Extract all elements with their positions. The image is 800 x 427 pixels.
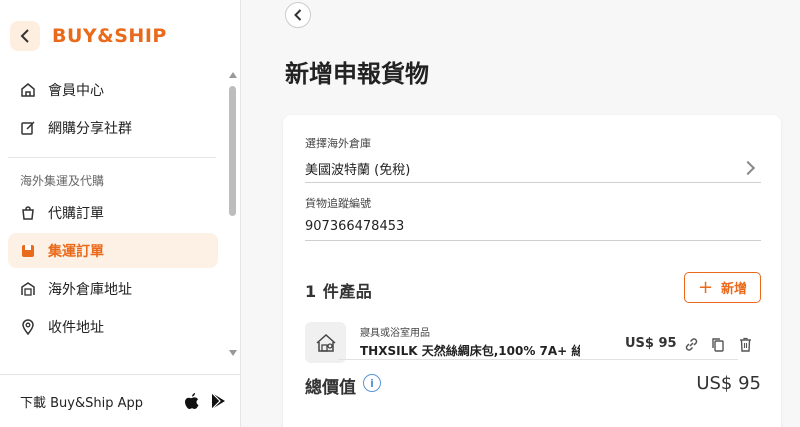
chevron-left-icon xyxy=(294,9,302,21)
info-icon[interactable]: i xyxy=(363,374,381,392)
scroll-up-arrow-icon[interactable] xyxy=(229,72,237,78)
download-app-label: 下載 Buy&Ship App xyxy=(20,395,144,411)
sidebar-item-member-center[interactable]: 會員中心 xyxy=(8,72,218,107)
tracking-label: 貨物追蹤編號 xyxy=(305,197,371,210)
edit-icon xyxy=(20,120,36,136)
brand: BUY&SHIP xyxy=(10,20,167,52)
sidebar-item-community[interactable]: 網購分享社群 xyxy=(8,110,218,145)
sidebar: BUY&SHIP 會員中心 網購分享社群 海外集運及代購 代購訂單 集運訂單 海… xyxy=(0,0,241,427)
tracking-field[interactable]: 貨物追蹤編號 907366478453 xyxy=(305,195,761,241)
home-icon xyxy=(20,82,36,98)
location-pin-icon xyxy=(20,318,36,335)
sidebar-footer: 下載 Buy&Ship App xyxy=(0,374,241,427)
product-category: 寢具或浴室用品 xyxy=(360,328,430,339)
sidebar-divider xyxy=(8,157,216,158)
sidebar-nav: 會員中心 網購分享社群 海外集運及代購 代購訂單 集運訂單 海外倉庫地址 收件地… xyxy=(8,72,218,347)
link-icon[interactable] xyxy=(683,336,699,352)
sidebar-item-label: 會員中心 xyxy=(48,82,104,99)
sidebar-item-label: 收件地址 xyxy=(48,319,104,336)
warehouse-value: 美國波特蘭 (免稅) xyxy=(305,163,411,178)
product-price: US$ 95 xyxy=(625,336,677,351)
warehouse-icon xyxy=(20,281,36,297)
page-title: 新增申報貨物 xyxy=(285,60,429,88)
sidebar-item-warehouse-address[interactable]: 海外倉庫地址 xyxy=(8,271,218,306)
product-row[interactable]: 寢具或浴室用品 THXSILK 天然絲綢床包,100% 7A+ 絲... US$… xyxy=(305,320,761,364)
sidebar-section-title: 海外集運及代購 xyxy=(20,174,105,188)
sidebar-item-label: 海外倉庫地址 xyxy=(48,281,132,298)
google-play-icon[interactable] xyxy=(209,392,227,410)
trash-icon[interactable] xyxy=(737,336,753,352)
main-back-button[interactable] xyxy=(285,2,311,28)
declaration-card: 選擇海外倉庫 美國波特蘭 (免稅) 貨物追蹤編號 907366478453 1 … xyxy=(283,115,781,427)
sidebar-back-button[interactable] xyxy=(10,21,40,51)
sidebar-item-purchase-orders[interactable]: 代購訂單 xyxy=(8,195,218,230)
sidebar-item-recipient-address[interactable]: 收件地址 xyxy=(8,309,218,344)
apple-icon[interactable] xyxy=(183,392,201,410)
add-button-label: 新增 xyxy=(721,282,748,297)
product-name: THXSILK 天然絲綢床包,100% 7A+ 絲... xyxy=(360,344,580,358)
box-icon xyxy=(20,243,36,259)
copy-icon[interactable] xyxy=(710,336,726,352)
scroll-down-arrow-icon[interactable] xyxy=(229,350,237,356)
tracking-value[interactable]: 907366478453 xyxy=(305,219,761,234)
product-row-divider xyxy=(338,359,738,360)
sidebar-scrollbar[interactable] xyxy=(228,72,238,358)
product-category-icon xyxy=(305,322,346,363)
chevron-left-icon xyxy=(20,29,29,43)
warehouse-label: 選擇海外倉庫 xyxy=(305,137,371,150)
logo[interactable]: BUY&SHIP xyxy=(52,25,167,47)
scroll-thumb[interactable] xyxy=(229,86,236,216)
total-value: US$ 95 xyxy=(696,373,761,394)
sidebar-item-label: 代購訂單 xyxy=(48,205,104,222)
sidebar-item-label: 網購分享社群 xyxy=(48,120,132,137)
bag-icon xyxy=(20,205,36,221)
products-count-title: 1 件產品 xyxy=(305,282,373,301)
sidebar-item-label: 集運訂單 xyxy=(48,243,104,260)
warehouse-select[interactable]: 選擇海外倉庫 美國波特蘭 (免稅) xyxy=(305,135,761,183)
plus-icon: + xyxy=(697,276,714,298)
sidebar-item-shipping-orders[interactable]: 集運訂單 xyxy=(8,233,218,268)
add-product-button[interactable]: + 新增 xyxy=(684,272,761,303)
total-label: 總價值 xyxy=(305,378,356,398)
